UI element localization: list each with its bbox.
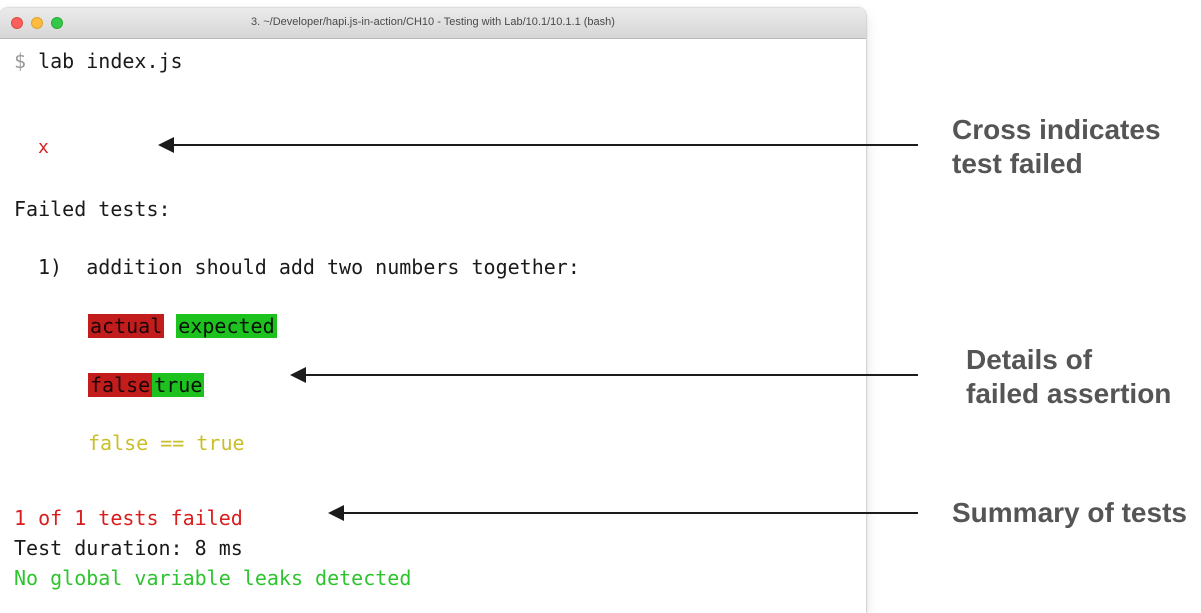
failed-tests-header: Failed tests: — [14, 197, 171, 221]
annotation-cross: Cross indicates test failed — [952, 113, 1161, 181]
annotation-details: Details of failed assertion — [966, 343, 1171, 411]
expected-value: true — [152, 373, 205, 397]
arrow-line-cross — [172, 144, 918, 146]
test-duration: Test duration: 8 ms — [14, 536, 243, 560]
annotation-summary-line1: Summary of tests — [952, 497, 1187, 528]
title-bar: 3. ~/Developer/hapi.js-in-action/CH10 - … — [0, 8, 866, 39]
test-number: 1) — [38, 255, 63, 279]
prompt-symbol: $ — [14, 49, 27, 73]
diff-legend: actual expected — [88, 314, 277, 338]
command-text: lab index.js — [38, 49, 183, 73]
arrow-line-details — [304, 374, 918, 376]
expected-label: expected — [176, 314, 277, 338]
annotation-summary: Summary of tests — [952, 496, 1187, 530]
diff-values: false true — [88, 373, 205, 397]
actual-label: actual — [88, 314, 165, 338]
window-title: 3. ~/Developer/hapi.js-in-action/CH10 - … — [251, 16, 615, 28]
terminal-window: 3. ~/Developer/hapi.js-in-action/CH10 - … — [0, 8, 866, 613]
arrow-line-summary — [342, 512, 918, 514]
terminal-output[interactable]: $ lab index.js x Failed tests: 1) additi… — [0, 39, 866, 613]
tests-summary: 1 of 1 tests failed — [14, 506, 243, 530]
leaks-status: No global variable leaks detected — [14, 566, 412, 590]
command-line: $ lab index.js — [14, 49, 183, 73]
assertion-text: false == true — [88, 431, 245, 455]
annotation-cross-line2: test failed — [952, 148, 1083, 179]
actual-value: false — [88, 373, 153, 397]
annotation-details-line2: failed assertion — [966, 378, 1172, 409]
fail-cross-icon: x — [38, 137, 49, 158]
test-name: addition should add two numbers together… — [86, 255, 580, 279]
failed-test-item: 1) addition should add two numbers toget… — [38, 255, 580, 279]
annotation-cross-line1: Cross indicates — [952, 114, 1161, 145]
annotation-details-line1: Details of — [966, 344, 1093, 375]
